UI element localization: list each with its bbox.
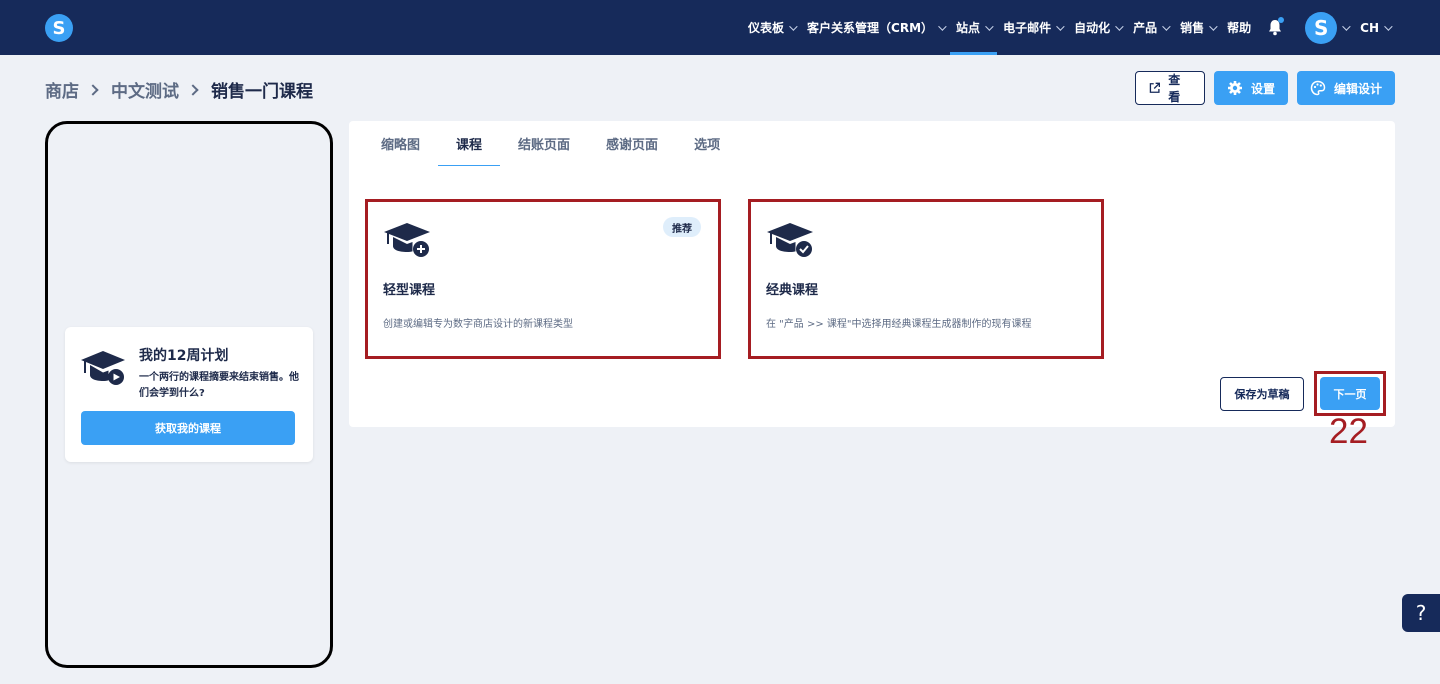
external-link-icon: [1149, 82, 1161, 93]
main-panel: 缩略图 课程 结账页面 感谢页面 选项 推荐 轻型课程 创建或编辑专为数字商店设…: [349, 121, 1395, 427]
tab-course[interactable]: 课程: [438, 121, 501, 166]
chevron-down-icon: [1056, 21, 1065, 31]
breadcrumb: 商店 中文测试 销售一门课程: [45, 77, 313, 102]
chevron-down-icon: [938, 21, 947, 31]
graduation-cap-check-icon: [767, 223, 813, 257]
lite-course-description: 创建或编辑专为数字商店设计的新课程类型: [383, 319, 573, 330]
recommended-badge: 推荐: [663, 217, 701, 237]
chevron-down-icon: [985, 21, 994, 31]
main-nav: 仪表板 客户关系管理（CRM） 站点 电子邮件 自动化 产品 销售 帮助 S C…: [742, 0, 1396, 55]
notifications-button[interactable]: [1263, 0, 1287, 55]
nav-email[interactable]: 电子邮件: [997, 0, 1068, 55]
tab-options[interactable]: 选项: [676, 121, 738, 166]
chevron-right-icon: [87, 83, 99, 96]
nav-crm[interactable]: 客户关系管理（CRM）: [801, 0, 950, 55]
nav-help[interactable]: 帮助: [1221, 0, 1257, 55]
graduation-cap-play-icon: [81, 351, 125, 385]
app-logo[interactable]: S: [45, 14, 73, 42]
classic-course-title: 经典课程: [766, 283, 819, 298]
tab-thumbnail[interactable]: 缩略图: [363, 121, 438, 166]
tab-bar: 缩略图 课程 结账页面 感谢页面 选项: [363, 121, 738, 166]
page-title: 销售一门课程: [211, 82, 313, 102]
page-actions: 查看 设置 编辑设计: [1134, 71, 1395, 105]
classic-course-card[interactable]: 经典课程 在 "产品 >> 课程"中选择用经典课程生成器制作的现有课程: [748, 199, 1104, 359]
top-navbar: S 仪表板 客户关系管理（CRM） 站点 电子邮件 自动化 产品 销售 帮助 S…: [0, 0, 1440, 55]
chevron-down-icon: [1115, 21, 1124, 31]
nav-automation-label: 自动化: [1074, 21, 1111, 35]
tab-checkout[interactable]: 结账页面: [500, 121, 588, 166]
tab-thank-you[interactable]: 感谢页面: [588, 121, 676, 166]
edit-design-button-label: 编辑设计: [1333, 81, 1382, 96]
help-button[interactable]: ?: [1402, 594, 1440, 632]
avatar: S: [1305, 11, 1338, 44]
nav-help-label: 帮助: [1227, 21, 1252, 35]
palette-icon: [1310, 80, 1326, 96]
graduation-cap-plus-icon: [384, 223, 430, 257]
next-button[interactable]: 下一页: [1320, 377, 1380, 410]
breadcrumb-site[interactable]: 中文测试: [111, 77, 179, 102]
lite-course-card[interactable]: 推荐 轻型课程 创建或编辑专为数字商店设计的新课程类型: [365, 199, 721, 359]
nav-crm-label: 客户关系管理（CRM）: [807, 21, 934, 35]
nav-products[interactable]: 产品: [1127, 0, 1174, 55]
view-button[interactable]: 查看: [1134, 71, 1205, 105]
chevron-down-icon: [1162, 21, 1171, 31]
chevron-down-icon: [1384, 21, 1393, 31]
view-button-label: 查看: [1168, 73, 1181, 104]
breadcrumb-store[interactable]: 商店: [45, 77, 79, 102]
settings-button[interactable]: 设置: [1213, 71, 1288, 105]
mobile-preview: 我的12周计划 一个两行的课程摘要来结束销售。他们会学到什么? 获取我的课程: [45, 121, 333, 668]
nav-sites-label: 站点: [956, 21, 981, 35]
language-label: CH: [1360, 20, 1379, 35]
course-promo-card: 我的12周计划 一个两行的课程摘要来结束销售。他们会学到什么? 获取我的课程: [65, 327, 313, 462]
gear-icon: [1227, 81, 1242, 95]
user-menu[interactable]: S: [1293, 0, 1354, 55]
edit-design-button[interactable]: 编辑设计: [1296, 71, 1395, 105]
nav-products-label: 产品: [1133, 21, 1158, 35]
lite-course-title: 轻型课程: [383, 283, 436, 298]
classic-course-description: 在 "产品 >> 课程"中选择用经典课程生成器制作的现有课程: [766, 319, 1032, 330]
chevron-down-icon: [1209, 21, 1218, 31]
nav-automation[interactable]: 自动化: [1068, 0, 1127, 55]
notification-dot: [1278, 17, 1285, 23]
promo-description: 一个两行的课程摘要来结束销售。他们会学到什么?: [139, 372, 299, 399]
nav-sales[interactable]: 销售: [1174, 0, 1221, 55]
get-course-button[interactable]: 获取我的课程: [81, 411, 295, 445]
nav-dashboard-label: 仪表板: [748, 21, 785, 35]
save-draft-button[interactable]: 保存为草稿: [1220, 377, 1304, 411]
promo-title: 我的12周计划: [139, 348, 229, 364]
chevron-down-icon: [1342, 21, 1351, 31]
nav-sites[interactable]: 站点: [950, 0, 998, 55]
language-select[interactable]: CH: [1354, 0, 1396, 55]
step-number-annotation: 22: [1329, 412, 1368, 451]
settings-button-label: 设置: [1250, 81, 1275, 96]
nav-dashboard[interactable]: 仪表板: [742, 0, 801, 55]
chevron-right-icon: [187, 83, 199, 96]
chevron-down-icon: [789, 21, 798, 31]
nav-sales-label: 销售: [1180, 21, 1205, 35]
nav-email-label: 电子邮件: [1003, 21, 1052, 35]
next-button-highlight: 下一页: [1314, 371, 1386, 416]
